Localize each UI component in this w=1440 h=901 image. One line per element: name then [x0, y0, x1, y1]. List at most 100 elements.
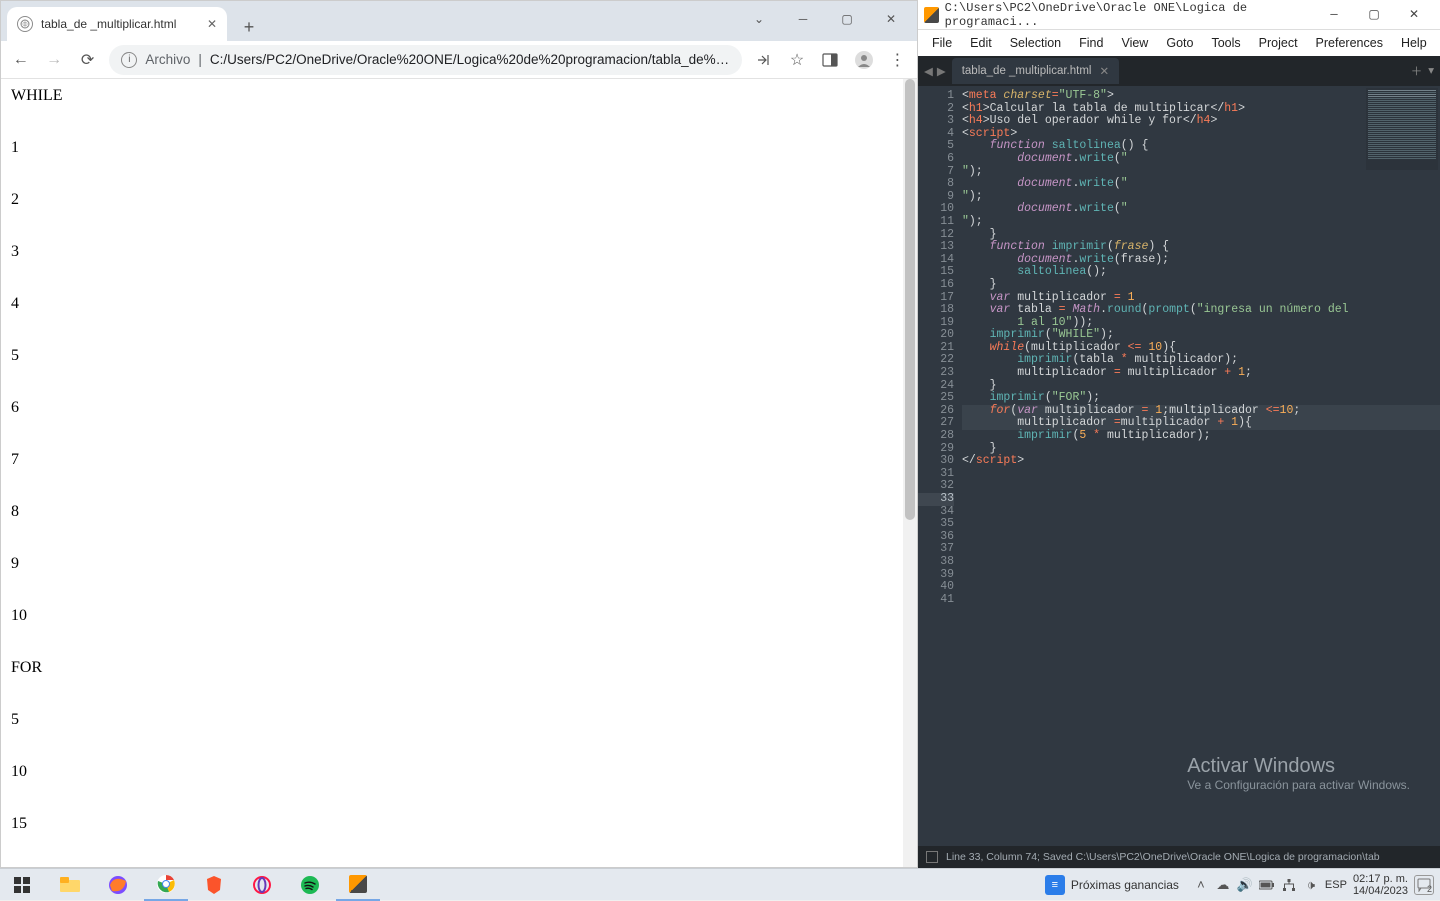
page-output-line: 3 — [11, 243, 907, 261]
minimize-icon[interactable]: ─ — [1314, 2, 1354, 28]
sublime-title-text: C:\Users\PC2\OneDrive\Oracle ONE\Logica … — [945, 1, 1314, 29]
page-output-line: WHILE — [11, 87, 907, 105]
chrome-icon[interactable] — [144, 869, 188, 901]
profile-icon[interactable] — [852, 48, 875, 72]
sublime-statusbar: Line 33, Column 74; Saved C:\Users\PC2\O… — [918, 846, 1440, 868]
page-output-line: 1 — [11, 139, 907, 157]
chrome-titlebar: tabla_de _multiplicar.html ✕ + ⌄ ─ ▢ ✕ — [1, 1, 917, 41]
page-output-line: 8 — [11, 503, 907, 521]
menu-item[interactable]: Preferences — [1310, 34, 1389, 52]
line-number: 38 — [918, 556, 954, 569]
news-widget[interactable]: ≡ Próximas ganancias — [1037, 875, 1187, 895]
nav-back-icon[interactable]: ◀ — [924, 64, 933, 79]
scroll-thumb[interactable] — [905, 79, 915, 520]
volume-icon-2[interactable]: 🕩 — [1303, 877, 1319, 893]
page-output-line: 9 — [11, 555, 907, 573]
chevron-down-icon[interactable]: ⌄ — [737, 5, 781, 33]
network-icon[interactable] — [1281, 878, 1297, 892]
menu-item[interactable]: Project — [1253, 34, 1304, 52]
url-text: C:/Users/PC2/OneDrive/Oracle%20ONE/Logic… — [210, 52, 730, 67]
spotify-icon[interactable] — [288, 869, 332, 901]
info-icon: i — [121, 52, 137, 68]
notif-count: 2 — [1427, 884, 1432, 894]
line-number: 30 — [918, 455, 954, 468]
line-number: 23 — [918, 367, 954, 380]
page-output-line: 10 — [11, 763, 907, 781]
line-number: 3 — [918, 115, 954, 128]
language-indicator[interactable]: ESP — [1325, 879, 1347, 891]
notifications-icon[interactable]: 2 — [1414, 875, 1434, 895]
page-output-line: 5 — [11, 347, 907, 365]
menu-item[interactable]: View — [1115, 34, 1154, 52]
back-icon[interactable]: ← — [9, 48, 32, 72]
firefox-icon[interactable] — [96, 869, 140, 901]
kebab-menu-icon[interactable]: ⋮ — [886, 48, 909, 72]
page-output-line: FOR — [11, 659, 907, 677]
close-icon[interactable]: ✕ — [869, 5, 913, 33]
battery-icon[interactable] — [1259, 880, 1275, 890]
star-icon[interactable]: ☆ — [785, 48, 808, 72]
forward-icon[interactable]: → — [42, 48, 65, 72]
chrome-toolbar: ← → ⟳ i Archivo | C:/Users/PC2/OneDrive/… — [1, 41, 917, 79]
page-content: WHILE12345678910FOR51015 — [1, 79, 917, 867]
sublime-logo-icon — [924, 7, 939, 23]
brave-icon[interactable] — [192, 869, 236, 901]
line-number: 33 — [918, 493, 954, 506]
start-button[interactable] — [0, 869, 44, 901]
chevron-up-icon[interactable]: ˄ — [1193, 877, 1209, 892]
opera-gx-icon[interactable] — [240, 869, 284, 901]
line-number: 35 — [918, 518, 954, 531]
menu-item[interactable]: Edit — [964, 34, 998, 52]
tab-title: tabla_de _multiplicar.html — [41, 17, 176, 31]
dropdown-icon[interactable]: ▾ — [1428, 63, 1434, 79]
minimize-icon[interactable]: ─ — [781, 5, 825, 33]
reload-icon[interactable]: ⟳ — [76, 48, 99, 72]
line-number: 18 — [918, 304, 954, 317]
maximize-icon[interactable]: ▢ — [825, 5, 869, 33]
menu-item[interactable]: Find — [1073, 34, 1109, 52]
page-output-line: 6 — [11, 399, 907, 417]
close-tab-icon[interactable]: ✕ — [207, 17, 217, 31]
address-bar[interactable]: i Archivo | C:/Users/PC2/OneDrive/Oracle… — [109, 45, 742, 75]
side-panel-icon[interactable] — [819, 48, 842, 72]
minimap[interactable] — [1366, 88, 1438, 170]
panel-toggle-icon[interactable] — [926, 851, 938, 863]
menu-item[interactable]: Help — [1395, 34, 1433, 52]
onedrive-icon[interactable]: ☁ — [1215, 877, 1231, 893]
editor-tab-label: tabla_de _multiplicar.html — [962, 65, 1092, 77]
menu-item[interactable]: Goto — [1160, 34, 1199, 52]
sublime-taskbar-icon[interactable] — [336, 869, 380, 901]
line-number: 40 — [918, 581, 954, 594]
volume-icon[interactable]: 🔊 — [1237, 877, 1253, 893]
line-number: 41 — [918, 594, 954, 607]
line-number: 1 — [918, 90, 954, 103]
url-scheme-label: Archivo — [145, 52, 190, 67]
code-area[interactable]: <meta charset="UTF-8"><h1>Calcular la ta… — [962, 86, 1440, 846]
menu-item[interactable]: File — [926, 34, 958, 52]
menu-item[interactable]: Tools — [1205, 34, 1246, 52]
line-number: 20 — [918, 329, 954, 342]
maximize-icon[interactable]: ▢ — [1354, 2, 1394, 28]
nav-forward-icon[interactable]: ▶ — [937, 64, 946, 79]
sublime-titlebar: C:\Users\PC2\OneDrive\Oracle ONE\Logica … — [918, 0, 1440, 30]
browser-tab[interactable]: tabla_de _multiplicar.html ✕ — [7, 7, 227, 41]
line-number: 8 — [918, 178, 954, 191]
menu-item[interactable]: Selection — [1004, 34, 1067, 52]
close-tab-icon[interactable]: ✕ — [1099, 64, 1109, 78]
page-output-line: 15 — [11, 815, 907, 833]
editor-tab[interactable]: tabla_de _multiplicar.html ✕ — [952, 58, 1119, 84]
page-output-line: 2 — [11, 191, 907, 209]
scrollbar[interactable] — [903, 79, 917, 867]
new-tab-button[interactable]: + — [235, 13, 263, 41]
chrome-window: tabla_de _multiplicar.html ✕ + ⌄ ─ ▢ ✕ ←… — [0, 0, 918, 868]
line-number: 25 — [918, 392, 954, 405]
share-icon[interactable] — [752, 48, 775, 72]
close-icon[interactable]: ✕ — [1394, 2, 1434, 28]
status-text: Line 33, Column 74; Saved C:\Users\PC2\O… — [946, 851, 1380, 863]
url-divider: | — [198, 52, 202, 67]
file-explorer-icon[interactable] — [48, 869, 92, 901]
date-text: 14/04/2023 — [1353, 885, 1408, 897]
clock[interactable]: 02:17 p. m. 14/04/2023 — [1353, 873, 1408, 897]
sublime-menubar: File Edit Selection Find View Goto Tools Projec… — [918, 30, 1440, 56]
plus-icon[interactable]: ＋ — [1411, 63, 1423, 79]
